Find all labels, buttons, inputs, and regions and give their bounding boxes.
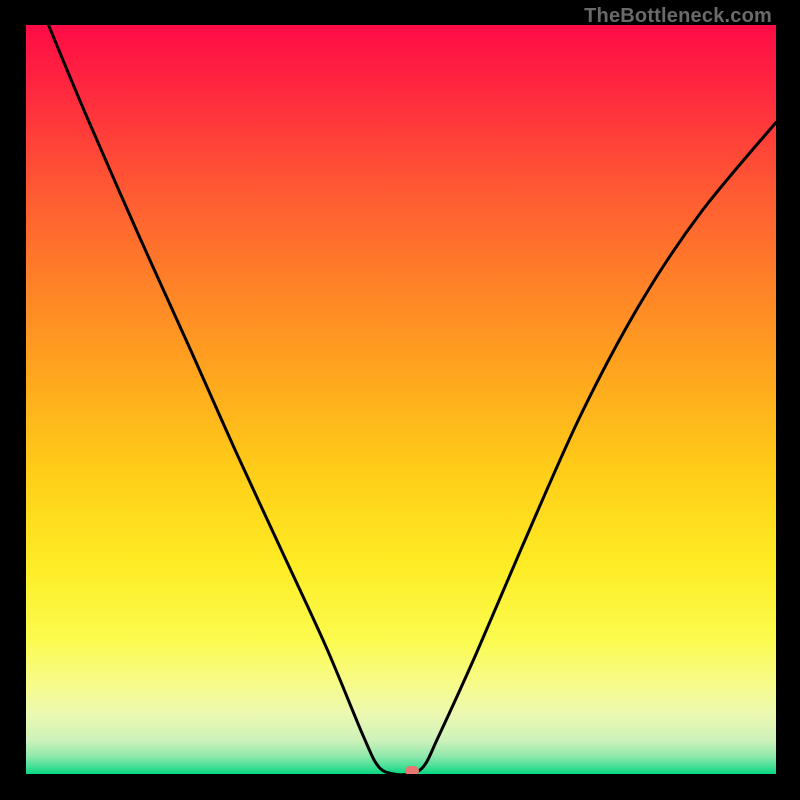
optimum-marker <box>405 766 419 774</box>
chart-frame: TheBottleneck.com <box>0 0 800 800</box>
bottleneck-curve <box>26 25 776 774</box>
watermark-text: TheBottleneck.com <box>584 5 772 28</box>
plot-area <box>26 25 776 774</box>
